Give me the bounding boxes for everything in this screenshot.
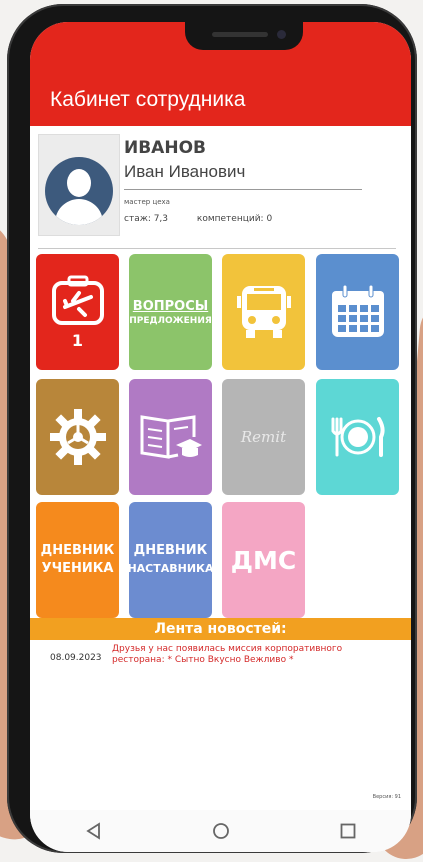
- mentor-diary-tile[interactable]: ДНЕВНИК НАСТАВНИКА: [127, 502, 214, 618]
- profile-card: ИВАНОВ Иван Иванович мастер цеха стаж: 7…: [38, 134, 406, 258]
- dms-label: ДМС: [230, 545, 297, 575]
- given-names: Иван Иванович: [124, 162, 246, 181]
- student-diary-tile[interactable]: ДНЕВНИК УЧЕНИКА: [36, 502, 119, 618]
- news-date: 08.09.2023: [50, 653, 102, 663]
- mentor-diary-line2: НАСТАВНИКА: [127, 562, 214, 575]
- plate-fork-knife-icon: [331, 417, 385, 457]
- phone-frame: Кабинет сотрудника ИВАНОВ Иван Иванович …: [7, 4, 417, 853]
- student-diary-line1: ДНЕВНИК: [40, 543, 115, 558]
- remit-tile[interactable]: Remit: [222, 379, 305, 495]
- questions-label: ВОПРОСЫ: [132, 299, 209, 314]
- surname: ИВАНОВ: [124, 138, 206, 158]
- page-title: Кабинет сотрудника: [50, 88, 246, 111]
- recents-square-icon[interactable]: [336, 819, 360, 843]
- profile-stats: стаж: 7,3 компетенций: 0: [124, 214, 272, 224]
- gear-icon: [49, 409, 106, 465]
- competencies: компетенций: 0: [196, 214, 273, 224]
- airplane-suitcase-icon: [51, 275, 104, 325]
- news-feed-header: Лента новостей:: [30, 618, 411, 640]
- app-version: Версия: 91: [372, 794, 401, 800]
- transport-tile[interactable]: [222, 254, 305, 370]
- system-nav-bar: [30, 810, 411, 852]
- home-circle-icon[interactable]: [209, 819, 233, 843]
- trips-count: 1: [71, 330, 84, 350]
- questions-tile[interactable]: ВОПРОСЫ ПРЕДЛОЖЕНИЯ: [129, 254, 212, 370]
- phone-notch: [185, 22, 303, 50]
- calendar-icon: [331, 284, 384, 337]
- mentor-diary-line1: ДНЕВНИК: [133, 543, 208, 558]
- trips-tile[interactable]: 1: [36, 254, 119, 370]
- speaker: [212, 32, 268, 37]
- calendar-tile[interactable]: [316, 254, 399, 370]
- user-silhouette-icon: [45, 157, 113, 225]
- education-tile[interactable]: [129, 379, 212, 495]
- book-graduation-icon: [140, 415, 202, 459]
- dining-tile[interactable]: [316, 379, 399, 495]
- suggestions-label: ПРЕДЛОЖЕНИЯ: [129, 316, 212, 326]
- back-triangle-icon[interactable]: [82, 819, 106, 843]
- section-divider: [38, 248, 396, 249]
- app-screen: Кабинет сотрудника ИВАНОВ Иван Иванович …: [30, 22, 411, 852]
- news-text: Друзья у нас появилась миссия корпоратив…: [112, 644, 343, 665]
- settings-tile[interactable]: [36, 379, 119, 495]
- name-divider: [124, 189, 362, 190]
- experience: стаж: 7,3: [124, 214, 169, 224]
- student-diary-line2: УЧЕНИКА: [41, 561, 114, 576]
- remit-logo: Remit: [240, 428, 287, 446]
- bus-icon: [236, 286, 291, 338]
- job-position: мастер цеха: [124, 198, 170, 206]
- front-camera: [277, 30, 286, 39]
- avatar: [38, 134, 120, 236]
- dms-tile[interactable]: ДМС: [222, 502, 305, 618]
